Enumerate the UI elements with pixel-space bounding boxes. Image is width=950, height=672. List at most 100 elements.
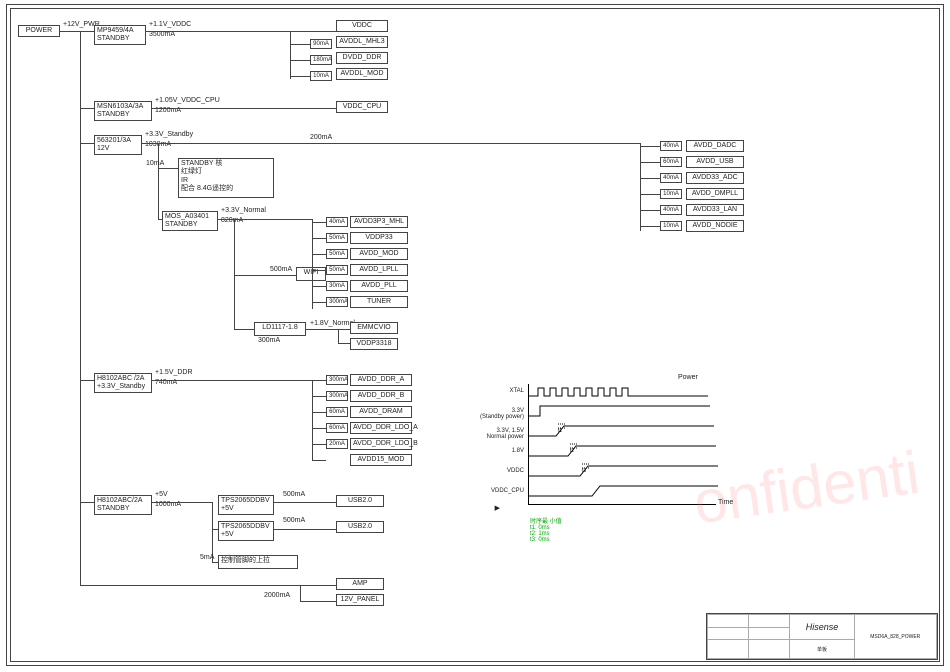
reg-name: H8102ABC/2A xyxy=(97,497,143,504)
wire xyxy=(300,585,301,601)
wire xyxy=(640,143,641,231)
reg-name: MSN6103A/3A xyxy=(97,103,143,110)
wire xyxy=(312,412,326,413)
rail-1v1: +1.1V_VDDC xyxy=(149,21,191,28)
load: AVDD_USB xyxy=(686,156,744,168)
wire xyxy=(290,31,291,79)
wire xyxy=(146,31,336,32)
wire xyxy=(338,329,339,343)
i-label: 50mA xyxy=(326,265,348,275)
i-label: 20mA xyxy=(326,439,348,449)
rail: +1.5V_DDR xyxy=(155,369,193,376)
load: AVDD_DDR_A xyxy=(350,374,412,386)
rail: +1.05V_VDDC_CPU xyxy=(155,97,220,104)
load: AVDD_DADC xyxy=(686,140,744,152)
timing-row-label: 1.8V xyxy=(470,448,524,454)
wire xyxy=(640,194,660,195)
load-vddc: VDDC xyxy=(336,20,388,32)
current: 3500mA xyxy=(149,31,175,38)
i-label: 10mA xyxy=(660,221,682,231)
current: 10mA xyxy=(146,160,164,167)
reg-standby: STANDBY xyxy=(165,221,198,228)
i-label: 50mA xyxy=(326,249,348,259)
wire xyxy=(60,31,94,32)
wire xyxy=(338,343,350,344)
load: AVDD_DDR_LDO_A xyxy=(350,422,412,434)
wire xyxy=(312,286,326,287)
wire xyxy=(142,143,640,144)
wire xyxy=(312,396,326,397)
reg-name: MOS_A03401 xyxy=(165,213,209,220)
i-label: 60mA xyxy=(326,423,348,433)
wire xyxy=(80,585,336,586)
load: AVDD3P3_MHL xyxy=(350,216,408,228)
load: AVDD_DDR_B xyxy=(350,390,412,402)
svg-text:t1: t1 xyxy=(558,428,562,434)
wire xyxy=(158,143,159,219)
i-label: 60mA xyxy=(326,407,348,417)
reg-mp9459: MP9459/4A STANDBY xyxy=(94,25,146,45)
i-label: 40mA xyxy=(660,173,682,183)
load: AVDDL_MHL3 xyxy=(336,36,388,48)
reg-standby: STANDBY xyxy=(97,505,130,512)
wire xyxy=(312,238,326,239)
load: VDDC_CPU xyxy=(336,101,388,113)
wire xyxy=(312,380,326,381)
load: AVDD_PLL xyxy=(350,280,408,292)
wire xyxy=(80,143,94,144)
wire xyxy=(640,178,660,179)
wire xyxy=(152,108,336,109)
reg-standby: STANDBY xyxy=(97,35,130,42)
load: AVDD33_ADC xyxy=(686,172,744,184)
reg-standby: STANDBY xyxy=(97,111,130,118)
timing-row-label: XTAL xyxy=(470,388,524,394)
wire xyxy=(290,60,310,61)
i-label: 40mA xyxy=(660,141,682,151)
power-block: POWER xyxy=(18,25,60,37)
wire xyxy=(312,302,326,303)
reg-msn6103: MSN6103A/3A STANDBY xyxy=(94,101,152,121)
wire xyxy=(300,601,336,602)
reg-tps1: TPS2065DDBV +5V xyxy=(218,495,274,515)
current: 500mA xyxy=(270,266,292,273)
load: AVDD15_MOD xyxy=(350,454,412,466)
timing-diagram: Power Time ▶ XTAL3.3V (Standby power)3.3… xyxy=(470,376,730,536)
load: AVDD_DMPLL xyxy=(686,188,744,200)
rail: +1.8V_Normal xyxy=(310,320,355,327)
i-label: 10mA xyxy=(310,71,332,81)
reg-in: +5V xyxy=(221,505,234,512)
i-label: 300mA xyxy=(326,297,348,307)
wire xyxy=(306,329,350,330)
pullup-text: 控制管脚的上拉 xyxy=(218,555,298,569)
wire xyxy=(152,380,312,381)
wire xyxy=(312,222,326,223)
sheet: 单板 xyxy=(790,640,854,659)
load: AVDD_LPLL xyxy=(350,264,408,276)
wire xyxy=(312,428,326,429)
reg-name: 563201/3A xyxy=(97,137,131,144)
load: TUNER xyxy=(350,296,408,308)
svg-text:t2: t2 xyxy=(570,448,574,454)
current: 2000mA xyxy=(264,592,290,599)
wire xyxy=(640,210,660,211)
reg-h8102-ddr: H8102ABC /2A +3.3V_Standby xyxy=(94,373,152,393)
load: DVDD_DDR xyxy=(336,52,388,64)
load: AVDD33_LAN xyxy=(686,204,744,216)
timing-row-label: VDDC_CPU xyxy=(470,488,524,494)
reg-standby: +3.3V_Standby xyxy=(97,383,145,390)
wire xyxy=(312,444,326,445)
wire xyxy=(312,254,326,255)
title-block: Hisense MSD6A_828_POWER 单板 xyxy=(706,613,938,660)
reg-in: 12V xyxy=(97,145,109,152)
timing-row-label: 3.3V (Standby power) xyxy=(470,408,524,420)
wire xyxy=(218,219,312,220)
load: AMP xyxy=(336,578,384,590)
reg-in: +5V xyxy=(221,531,234,538)
i-label: 300mA xyxy=(326,391,348,401)
current: 500mA xyxy=(283,491,305,498)
wire xyxy=(640,146,660,147)
load: AVDD_DDR_LDO_B xyxy=(350,438,412,450)
timing-note: 时序最 小值 t1: 0ms t2: 1ms t3: 0ms xyxy=(530,516,562,543)
wire xyxy=(234,329,254,330)
wire xyxy=(152,502,212,503)
